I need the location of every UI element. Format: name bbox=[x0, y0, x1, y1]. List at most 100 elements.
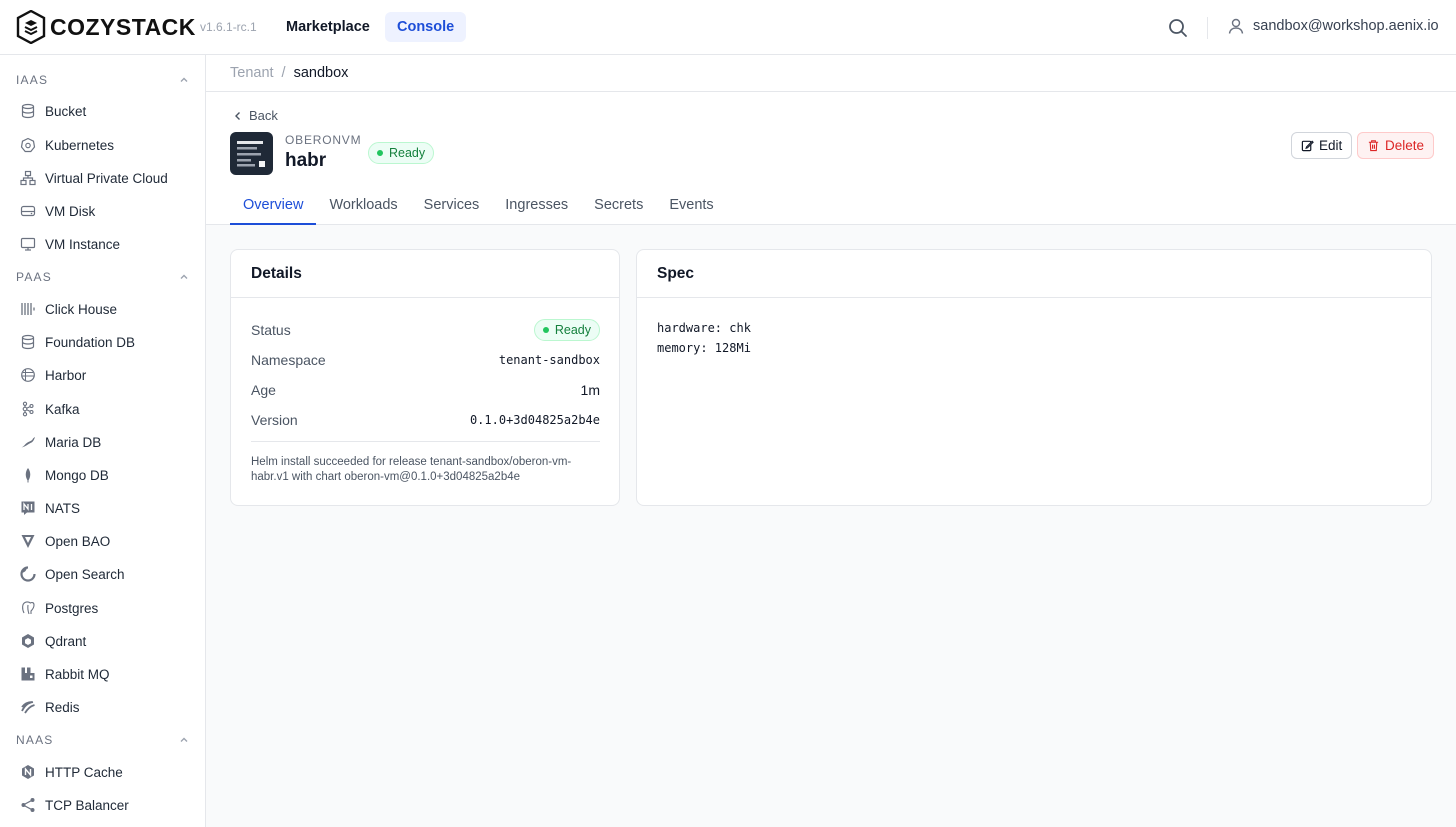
sidebar-item-maria-db[interactable]: Maria DB bbox=[16, 428, 196, 456]
sidebar-item-label: VM Instance bbox=[45, 236, 121, 252]
sidebar-item-kafka[interactable]: Kafka bbox=[16, 395, 196, 423]
detail-row-status: Status Ready bbox=[251, 319, 600, 341]
edit-icon bbox=[1301, 140, 1314, 152]
status-badge: Ready bbox=[368, 142, 435, 164]
status-text: Ready bbox=[554, 323, 591, 337]
tab-workloads[interactable]: Workloads bbox=[316, 192, 410, 225]
sidebar-item-http-cache[interactable]: HTTP Cache bbox=[16, 758, 196, 786]
database-icon bbox=[19, 102, 37, 120]
brand-logo[interactable]: COZYSTACK bbox=[16, 10, 196, 44]
chevron-up-icon bbox=[180, 737, 188, 742]
section-title: PAAS bbox=[16, 270, 52, 284]
sidebar-item-label: NATS bbox=[45, 500, 81, 516]
redis-icon bbox=[19, 698, 37, 716]
section-header-naas[interactable]: NAAS bbox=[16, 730, 190, 750]
harbor-icon bbox=[19, 366, 37, 384]
spec-line: memory: 128Mi bbox=[657, 341, 751, 355]
sidebar-item-tcp-balancer[interactable]: TCP Balancer bbox=[16, 791, 196, 819]
sidebar-item-redis[interactable]: Redis bbox=[16, 693, 196, 721]
edit-button[interactable]: Edit bbox=[1291, 132, 1353, 159]
sidebar-item-bucket[interactable]: Bucket bbox=[16, 97, 196, 125]
tab-bar: Overview Workloads Services Ingresses Se… bbox=[230, 192, 727, 225]
details-title: Details bbox=[231, 250, 619, 298]
sidebar-item-kubernetes[interactable]: Kubernetes bbox=[16, 131, 196, 159]
delete-label: Delete bbox=[1385, 138, 1425, 153]
resource-kind: OBERONVM bbox=[285, 133, 362, 147]
search-button[interactable] bbox=[1166, 16, 1190, 40]
sidebar-item-label: Bucket bbox=[45, 103, 87, 119]
main-content: Details Status Ready Namespace tenant-sa… bbox=[206, 225, 1456, 827]
balancer-icon bbox=[19, 796, 37, 814]
openbao-icon bbox=[19, 532, 37, 550]
tab-overview[interactable]: Overview bbox=[230, 192, 317, 225]
oberonvm-logo-icon bbox=[237, 141, 265, 167]
breadcrumb-tenant-link[interactable]: Tenant bbox=[230, 65, 274, 81]
status-dot-icon bbox=[377, 150, 383, 156]
sidebar-item-label: Kubernetes bbox=[45, 137, 115, 153]
sidebar-item-click-house[interactable]: Click House bbox=[16, 295, 196, 323]
app-icon bbox=[230, 132, 273, 175]
sidebar-item-vm-instance[interactable]: VM Instance bbox=[16, 230, 196, 258]
resource-name: habr bbox=[285, 150, 327, 171]
status-message: Helm install succeeded for release tenan… bbox=[251, 456, 572, 483]
sidebar-item-open-search[interactable]: Open Search bbox=[16, 560, 196, 588]
kafka-icon bbox=[19, 400, 37, 418]
sidebar-item-label: TCP Balancer bbox=[45, 797, 129, 813]
detail-label: Version bbox=[251, 412, 298, 428]
sidebar-item-nats[interactable]: NATS bbox=[16, 494, 196, 522]
spec-card: Spec hardware: chk memory: 128Mi bbox=[636, 249, 1432, 506]
chevron-left-icon bbox=[235, 111, 240, 120]
sidebar-item-mongo-db[interactable]: Mongo DB bbox=[16, 461, 196, 489]
sidebar-item-label: Kafka bbox=[45, 401, 80, 417]
user-icon bbox=[1228, 18, 1244, 34]
database-icon bbox=[19, 333, 37, 351]
trash-icon bbox=[1368, 140, 1379, 152]
qdrant-icon bbox=[19, 632, 37, 650]
nats-icon bbox=[19, 499, 37, 517]
sidebar-item-rabbit-mq[interactable]: Rabbit MQ bbox=[16, 660, 196, 688]
detail-row-version: Version 0.1.0+3d04825a2b4e bbox=[251, 409, 600, 431]
sidebar-item-foundation-db[interactable]: Foundation DB bbox=[16, 328, 196, 356]
tab-services[interactable]: Services bbox=[411, 192, 493, 225]
sidebar-item-postgres[interactable]: Postgres bbox=[16, 594, 196, 622]
sidebar-item-virtual-private-cloud[interactable]: Virtual Private Cloud bbox=[16, 164, 196, 192]
breadcrumb-bar: Tenant / sandbox bbox=[206, 55, 1456, 92]
sidebar-item-label: Open Search bbox=[45, 566, 125, 582]
spec-line: hardware: chk bbox=[657, 321, 751, 335]
sidebar-item-open-bao[interactable]: Open BAO bbox=[16, 527, 196, 555]
search-icon bbox=[1169, 19, 1187, 37]
hard-drive-icon bbox=[19, 202, 37, 220]
detail-label: Age bbox=[251, 382, 276, 398]
spec-title: Spec bbox=[637, 250, 1431, 298]
top-bar: COZYSTACK v1.6.1-rc.1 Marketplace Consol… bbox=[0, 0, 1456, 55]
sidebar-item-label: Postgres bbox=[45, 600, 99, 616]
breadcrumb-current: sandbox bbox=[293, 65, 349, 81]
back-label: Back bbox=[249, 108, 278, 123]
sidebar-item-label: Maria DB bbox=[45, 434, 102, 450]
sidebar-item-label: Open BAO bbox=[45, 533, 111, 549]
section-header-iaas[interactable]: IAAS bbox=[16, 70, 190, 90]
tab-events[interactable]: Events bbox=[656, 192, 726, 225]
nav-console[interactable]: Console bbox=[385, 12, 467, 42]
nav-marketplace[interactable]: Marketplace bbox=[274, 12, 382, 42]
breadcrumb: Tenant / sandbox bbox=[230, 65, 348, 81]
sidebar-item-vm-disk[interactable]: VM Disk bbox=[16, 197, 196, 225]
divider bbox=[1207, 17, 1208, 39]
sidebar-item-label: Foundation DB bbox=[45, 334, 136, 350]
http-cache-icon bbox=[19, 763, 37, 781]
back-link[interactable]: Back bbox=[232, 108, 278, 123]
detail-value: tenant-sandbox bbox=[498, 353, 600, 367]
sidebar-item-qdrant[interactable]: Qdrant bbox=[16, 627, 196, 655]
mariadb-icon bbox=[19, 433, 37, 451]
user-menu[interactable]: sandbox@workshop.aenix.io bbox=[1227, 17, 1439, 35]
mongodb-leaf-icon bbox=[19, 466, 37, 484]
section-title: NAAS bbox=[16, 733, 54, 747]
sidebar-item-harbor[interactable]: Harbor bbox=[16, 361, 196, 389]
detail-value: 1m bbox=[580, 382, 600, 398]
tab-secrets[interactable]: Secrets bbox=[581, 192, 656, 225]
section-header-paas[interactable]: PAAS bbox=[16, 267, 190, 287]
tab-ingresses[interactable]: Ingresses bbox=[492, 192, 581, 225]
sidebar: IAAS Bucket Kubernetes Virtual Private C… bbox=[0, 55, 206, 827]
sidebar-item-label: Virtual Private Cloud bbox=[45, 170, 168, 186]
delete-button[interactable]: Delete bbox=[1357, 132, 1435, 159]
